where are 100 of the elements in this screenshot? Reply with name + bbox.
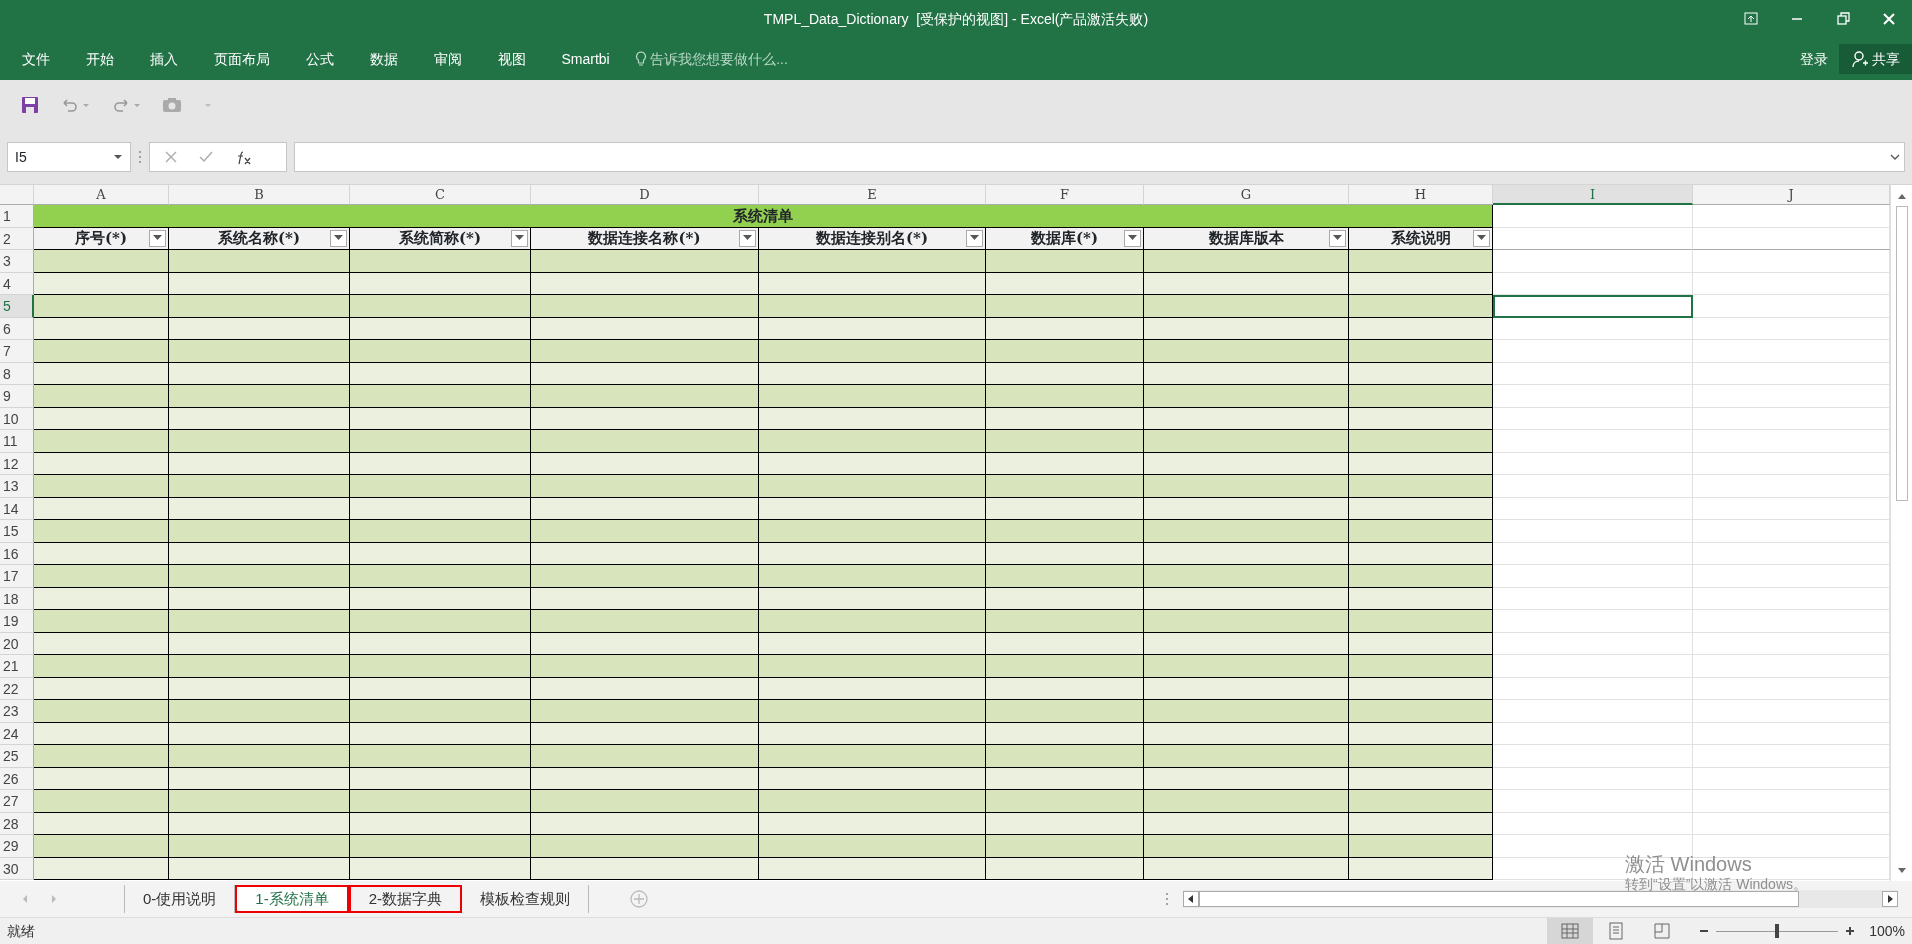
column-header[interactable]: G — [1144, 185, 1349, 205]
empty-cell[interactable] — [1693, 520, 1890, 543]
table-cell[interactable] — [350, 565, 531, 588]
table-cell[interactable] — [1349, 385, 1493, 408]
empty-cell[interactable] — [1693, 542, 1890, 565]
table-cell[interactable] — [34, 542, 169, 565]
table-cell[interactable] — [531, 835, 759, 858]
table-cell[interactable] — [1144, 565, 1349, 588]
table-cell[interactable] — [350, 430, 531, 453]
table-cell[interactable] — [350, 767, 531, 790]
column-header[interactable]: J — [1693, 185, 1890, 205]
zoom-in-icon[interactable] — [1845, 926, 1856, 936]
filter-button[interactable] — [966, 229, 983, 247]
table-cell[interactable] — [1349, 250, 1493, 273]
empty-cell[interactable] — [1693, 250, 1890, 273]
table-cell[interactable] — [169, 587, 350, 610]
table-cell[interactable] — [169, 295, 350, 318]
empty-cell[interactable] — [1693, 700, 1890, 723]
table-cell[interactable] — [350, 655, 531, 678]
save-icon[interactable] — [21, 96, 39, 114]
table-cell[interactable] — [34, 497, 169, 520]
table-cell[interactable] — [34, 745, 169, 768]
table-cell[interactable] — [34, 430, 169, 453]
filter-button[interactable] — [1124, 229, 1141, 247]
table-cell[interactable] — [531, 250, 759, 273]
row-header[interactable]: 6 — [0, 317, 34, 340]
row-header[interactable]: 14 — [0, 497, 34, 520]
column-header[interactable]: H — [1349, 185, 1493, 205]
column-header[interactable]: I — [1493, 185, 1693, 205]
sheet-tab[interactable]: 模板检查规则 — [462, 885, 590, 913]
table-cell[interactable] — [986, 857, 1144, 880]
table-cell[interactable] — [169, 407, 350, 430]
table-cell[interactable] — [350, 542, 531, 565]
table-cell[interactable] — [759, 340, 986, 363]
empty-cell[interactable] — [1693, 565, 1890, 588]
row-header[interactable]: 20 — [0, 632, 34, 655]
table-cell[interactable] — [986, 835, 1144, 858]
row-header[interactable]: 22 — [0, 677, 34, 700]
table-cell[interactable] — [169, 745, 350, 768]
table-cell[interactable] — [531, 610, 759, 633]
table-cell[interactable] — [34, 587, 169, 610]
filter-button[interactable] — [149, 229, 166, 247]
row-header[interactable]: 19 — [0, 610, 34, 633]
table-cell[interactable] — [350, 835, 531, 858]
filter-button[interactable] — [1329, 229, 1346, 247]
table-cell[interactable] — [1349, 610, 1493, 633]
ribbon-tab[interactable]: 文件 — [3, 48, 68, 70]
table-cell[interactable] — [986, 677, 1144, 700]
table-cell[interactable] — [759, 587, 986, 610]
table-cell[interactable] — [986, 362, 1144, 385]
table-cell[interactable] — [531, 812, 759, 835]
check-icon[interactable] — [199, 150, 213, 164]
name-box[interactable]: I5 — [7, 142, 131, 172]
empty-cell[interactable] — [1693, 497, 1890, 520]
table-cell[interactable] — [531, 722, 759, 745]
table-cell[interactable] — [350, 340, 531, 363]
table-cell[interactable] — [1349, 272, 1493, 295]
table-cell[interactable] — [169, 250, 350, 273]
table-cell[interactable] — [759, 452, 986, 475]
table-cell[interactable] — [986, 475, 1144, 498]
table-cell[interactable] — [1144, 430, 1349, 453]
share-button[interactable]: 共享 — [1838, 44, 1912, 74]
table-cell[interactable] — [1144, 250, 1349, 273]
table-cell[interactable] — [350, 317, 531, 340]
table-cell[interactable] — [759, 565, 986, 588]
table-cell[interactable] — [759, 812, 986, 835]
table-cell[interactable] — [531, 407, 759, 430]
table-cell[interactable] — [759, 677, 986, 700]
table-cell[interactable] — [34, 677, 169, 700]
ribbon-tab[interactable]: 插入 — [131, 48, 196, 70]
table-cell[interactable] — [34, 790, 169, 813]
table-cell[interactable] — [1144, 722, 1349, 745]
empty-cell[interactable] — [1693, 340, 1890, 363]
table-cell[interactable] — [986, 722, 1144, 745]
selected-cell[interactable] — [1493, 295, 1693, 318]
table-cell[interactable] — [1349, 722, 1493, 745]
table-cell[interactable] — [986, 587, 1144, 610]
empty-cell[interactable] — [1693, 385, 1890, 408]
table-cell[interactable] — [986, 790, 1144, 813]
table-cell[interactable] — [350, 497, 531, 520]
table-cell[interactable] — [531, 790, 759, 813]
table-cell[interactable] — [759, 475, 986, 498]
table-cell[interactable] — [1144, 677, 1349, 700]
table-cell[interactable] — [350, 857, 531, 880]
table-cell[interactable] — [1349, 497, 1493, 520]
table-cell[interactable] — [1349, 340, 1493, 363]
table-cell[interactable] — [1144, 407, 1349, 430]
empty-cell[interactable] — [1693, 632, 1890, 655]
table-cell[interactable] — [1144, 587, 1349, 610]
table-cell[interactable] — [350, 587, 531, 610]
table-cell[interactable] — [350, 745, 531, 768]
table-cell[interactable] — [1144, 497, 1349, 520]
table-cell[interactable] — [350, 250, 531, 273]
table-cell[interactable] — [531, 857, 759, 880]
table-cell[interactable] — [350, 475, 531, 498]
table-cell[interactable] — [759, 655, 986, 678]
table-cell[interactable] — [759, 542, 986, 565]
table-cell[interactable] — [986, 340, 1144, 363]
scroll-left-icon[interactable] — [1183, 891, 1199, 907]
table-cell[interactable] — [986, 272, 1144, 295]
